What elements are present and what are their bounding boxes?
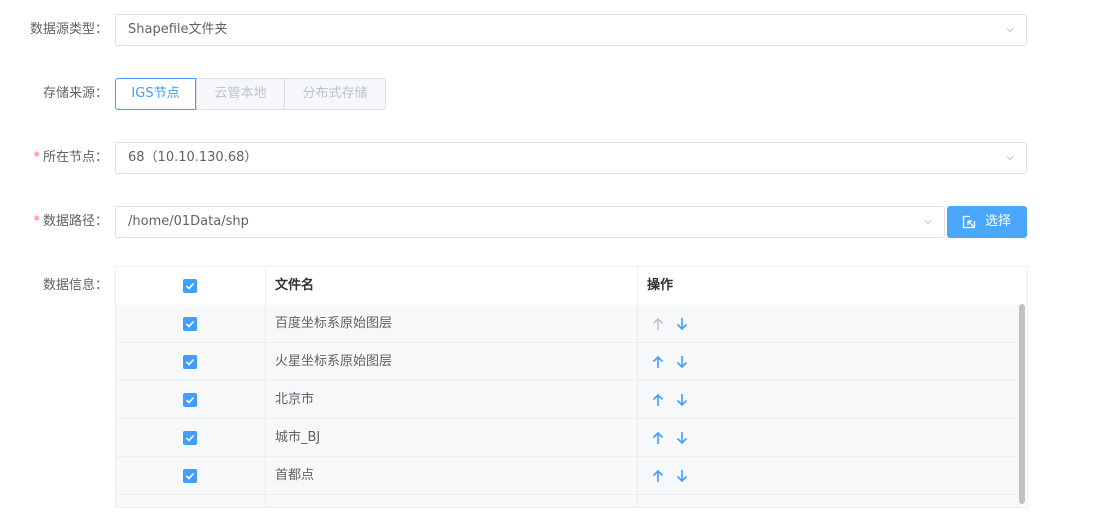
- data-source-type-label: 数据源类型：: [29, 22, 108, 37]
- arrow-up-icon: [652, 317, 664, 331]
- node-value: 68（10.10.130.68）: [128, 150, 258, 165]
- select-file-icon: [962, 215, 976, 229]
- node-label-text: 所在节点：: [42, 150, 108, 165]
- node-label: * 所在节点：: [33, 142, 108, 174]
- chevron-down-icon: [1006, 28, 1014, 33]
- row-checkbox[interactable]: [183, 355, 197, 369]
- arrow-down-icon[interactable]: [676, 317, 688, 331]
- chevron-down-icon: [1006, 156, 1014, 161]
- arrow-up-icon[interactable]: [652, 355, 664, 369]
- data-source-type-value: Shapefile文件夹: [128, 22, 228, 37]
- check-icon: [185, 472, 195, 480]
- arrow-up-icon[interactable]: [652, 431, 664, 445]
- table-row: 首都点: [116, 457, 1022, 495]
- table-header: 文件名 操作: [116, 267, 1027, 306]
- arrow-down-icon[interactable]: [676, 393, 688, 407]
- table-row: [116, 495, 1022, 507]
- row-checkbox[interactable]: [183, 317, 197, 331]
- storage-option-cloud-local[interactable]: 云管本地: [196, 78, 285, 110]
- storage-option-distributed[interactable]: 分布式存储: [284, 78, 386, 110]
- check-icon: [185, 320, 195, 328]
- check-icon: [185, 282, 195, 290]
- data-info-label: 数据信息：: [42, 278, 108, 293]
- row-checkbox[interactable]: [183, 469, 197, 483]
- data-path-value: /home/01Data/shp: [128, 214, 249, 229]
- arrow-down-icon[interactable]: [676, 431, 688, 445]
- data-path-label: * 数据路径：: [33, 206, 108, 238]
- file-name-cell: 火星坐标系原始图层: [275, 354, 393, 369]
- check-icon: [185, 434, 195, 442]
- arrow-down-icon[interactable]: [676, 355, 688, 369]
- chevron-down-icon: [924, 220, 932, 225]
- column-divider: [265, 267, 266, 507]
- column-divider: [637, 267, 638, 507]
- file-name-cell: 百度坐标系原始图层: [275, 316, 393, 331]
- row-checkbox[interactable]: [183, 393, 197, 407]
- data-info-table: 文件名 操作 百度坐标系原始图层 火星坐标系原始图层 北京市城市_BJ 首都点: [115, 266, 1028, 508]
- node-select[interactable]: 68（10.10.130.68）: [115, 142, 1027, 174]
- storage-option-igs[interactable]: IGS节点: [115, 78, 196, 110]
- select-path-button-label: 选择: [985, 214, 1012, 229]
- required-mark: *: [33, 150, 40, 165]
- table-scrollbar[interactable]: [1019, 304, 1025, 504]
- table-row: 北京市: [116, 381, 1022, 419]
- table-row: 城市_BJ: [116, 419, 1022, 457]
- check-icon: [185, 358, 195, 366]
- table-row: 火星坐标系原始图层: [116, 343, 1022, 381]
- select-path-button[interactable]: 选择: [947, 206, 1027, 238]
- table-row: 百度坐标系原始图层: [116, 305, 1022, 343]
- data-path-select[interactable]: /home/01Data/shp: [115, 206, 945, 238]
- file-name-cell: 北京市: [275, 392, 315, 407]
- select-all-checkbox[interactable]: [183, 279, 197, 293]
- file-name-cell: 城市_BJ: [275, 430, 321, 445]
- required-mark: *: [33, 214, 40, 229]
- row-checkbox[interactable]: [183, 431, 197, 445]
- storage-source-label: 存储来源：: [42, 86, 108, 101]
- check-icon: [185, 396, 195, 404]
- data-path-label-text: 数据路径：: [42, 214, 108, 229]
- file-name-cell: 首都点: [275, 468, 315, 483]
- data-source-type-select[interactable]: Shapefile文件夹: [115, 14, 1027, 46]
- action-column-header: 操作: [647, 278, 674, 293]
- arrow-down-icon[interactable]: [676, 469, 688, 483]
- arrow-up-icon[interactable]: [652, 393, 664, 407]
- filename-column-header: 文件名: [275, 278, 315, 293]
- arrow-up-icon[interactable]: [652, 469, 664, 483]
